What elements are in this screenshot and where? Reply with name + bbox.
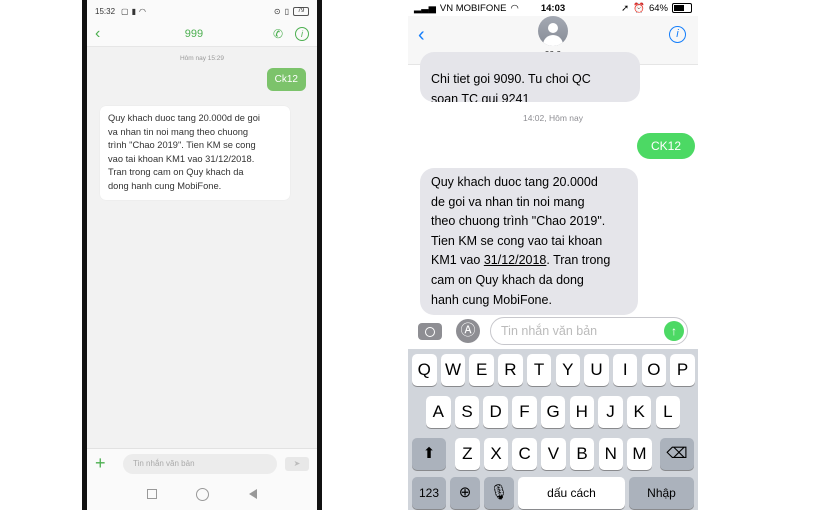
- previous-received-bubble[interactable]: Chi tiet goi 9090. Tu choi QC soan TC gu…: [420, 52, 640, 102]
- phone-call-icon[interactable]: ✆: [273, 27, 283, 41]
- info-icon[interactable]: i: [669, 26, 686, 43]
- numbers-key[interactable]: 123: [412, 477, 446, 509]
- iphone: ▂▃▅ VN MOBIFONE ◠ 14:03 ➚ ⏰ 64% ‹ 99 9 i…: [408, 0, 698, 510]
- battery-icon: [672, 3, 692, 13]
- android-screen: 15:32 ▢ ▮ ◠ ⊙ ▯ 79 ‹ 999 ✆ i Hôm nay 15:…: [87, 0, 317, 510]
- shift-key-icon[interactable]: ⬆: [412, 438, 446, 470]
- avatar-body: [543, 35, 563, 46]
- ios-status-right: ➚ ⏰ 64%: [621, 3, 692, 14]
- date-separator: 14:02, Hôm nay: [522, 113, 583, 123]
- key-i[interactable]: I: [612, 354, 638, 386]
- battery-percent: 64%: [648, 2, 668, 14]
- android-nav-bar: [87, 478, 317, 510]
- microphone-key-icon[interactable]: 🎙: [484, 477, 514, 509]
- android-status-time: 15:32: [95, 6, 116, 16]
- notification-icon: ▢: [121, 6, 129, 16]
- message-input-placeholder: Tin nhắn văn bản: [501, 324, 598, 338]
- android-compose-bar: + Tin nhắn văn bản ➤: [87, 448, 317, 478]
- key-w[interactable]: W: [440, 354, 466, 386]
- send-icon[interactable]: ➤: [285, 456, 309, 471]
- keyboard-row-4: 123 ⊕ 🎙 dấu cách Nhập: [408, 477, 698, 510]
- key-m[interactable]: M: [627, 438, 652, 470]
- sent-message-bubble[interactable]: Ck12: [266, 68, 306, 91]
- space-key[interactable]: dấu cách: [518, 477, 625, 509]
- key-e[interactable]: E: [469, 354, 494, 386]
- info-icon[interactable]: i: [295, 27, 309, 41]
- app-store-icon[interactable]: Ⓐ: [456, 319, 480, 343]
- back-arrow-icon[interactable]: ‹: [95, 25, 115, 43]
- keyboard-row-1: QWERTYUIOP: [408, 354, 698, 392]
- camera-icon[interactable]: [418, 322, 442, 340]
- ios-compose-bar: Ⓐ Tin nhắn văn bản ↑: [408, 313, 698, 349]
- key-t[interactable]: T: [526, 354, 552, 386]
- key-f[interactable]: F: [512, 396, 537, 428]
- key-g[interactable]: G: [540, 396, 566, 428]
- received-message-bubble[interactable]: Quy khach duoc tang 20.000d de goi va nh…: [420, 168, 638, 316]
- add-attachment-icon[interactable]: +: [95, 453, 115, 474]
- key-z[interactable]: Z: [455, 438, 480, 470]
- key-p[interactable]: P: [670, 354, 695, 386]
- back-chevron-icon[interactable]: ‹: [418, 24, 425, 47]
- key-c[interactable]: C: [512, 438, 537, 470]
- return-key[interactable]: Nhập: [629, 477, 694, 509]
- backspace-key-icon[interactable]: ⌫: [660, 438, 694, 470]
- previous-message-text: Chi tiet goi 9090. Tu choi QC soan TC gu…: [431, 72, 591, 102]
- key-j[interactable]: J: [598, 396, 623, 428]
- battery-icon: 79: [293, 6, 309, 16]
- signal-icon: ▮: [131, 6, 136, 16]
- keyboard-row-2: ASDFGHJKL: [408, 396, 698, 434]
- key-q[interactable]: Q: [412, 354, 437, 386]
- received-message-bubble[interactable]: Quy khach duoc tang 20.000d de goi va nh…: [100, 106, 290, 200]
- android-conversation-header: ‹ 999 ✆ i: [87, 22, 317, 47]
- carrier-name: VN MOBIFONE: [439, 2, 507, 14]
- avatar-head: [548, 23, 558, 33]
- location-icon: ➚: [621, 2, 630, 14]
- ios-status-bar: ▂▃▅ VN MOBIFONE ◠ 14:03 ➚ ⏰ 64%: [408, 0, 698, 16]
- send-arrow-icon[interactable]: ↑: [664, 321, 684, 341]
- key-x[interactable]: X: [483, 438, 509, 470]
- recents-icon[interactable]: [146, 489, 157, 499]
- alarm-icon: ⏰: [633, 2, 645, 14]
- key-y[interactable]: Y: [555, 354, 581, 386]
- alarm-icon: ⊙: [273, 6, 281, 16]
- android-status-right: ⊙ ▯ 79: [273, 6, 309, 16]
- wifi-icon: ◠: [139, 6, 146, 16]
- key-b[interactable]: B: [569, 438, 595, 470]
- android-phone: 15:32 ▢ ▮ ◠ ⊙ ▯ 79 ‹ 999 ✆ i Hôm nay 15:…: [82, 0, 322, 510]
- globe-key-icon[interactable]: ⊕: [450, 477, 480, 509]
- key-h[interactable]: H: [569, 396, 595, 428]
- key-a[interactable]: A: [426, 396, 451, 428]
- key-s[interactable]: S: [454, 396, 480, 428]
- conversation-title: 999: [184, 28, 204, 40]
- contact-avatar[interactable]: [538, 16, 568, 46]
- signal-bars-icon: ▂▃▅: [414, 2, 436, 14]
- android-status-bar: 15:32 ▢ ▮ ◠ ⊙ ▯ 79: [87, 0, 317, 22]
- home-icon[interactable]: [196, 487, 210, 501]
- vibrate-icon: ▯: [284, 6, 289, 16]
- carrier-group: ▂▃▅ VN MOBIFONE ◠: [414, 3, 519, 14]
- key-r[interactable]: R: [498, 354, 523, 386]
- key-n[interactable]: N: [598, 438, 624, 470]
- key-d[interactable]: D: [483, 396, 508, 428]
- sent-message-bubble[interactable]: CK12: [637, 133, 696, 159]
- keyboard-row-3: ⬆ ⌫ ZXCVBNM: [408, 438, 698, 476]
- message-input[interactable]: Tin nhắn văn bản ↑: [490, 317, 688, 345]
- key-v[interactable]: V: [541, 438, 566, 470]
- date-link[interactable]: 31/12/2018: [484, 253, 547, 267]
- message-input[interactable]: Tin nhắn văn bản: [123, 453, 277, 474]
- android-status-icons: ▢ ▮ ◠: [121, 7, 146, 16]
- back-nav-icon[interactable]: [249, 489, 258, 499]
- date-separator: Hôm nay 15:29: [179, 55, 225, 62]
- keyboard: QWERTYUIOP ASDFGHJKL ⬆ ⌫ ZXCVBNM 123 ⊕ 🎙…: [408, 349, 698, 510]
- wifi-icon: ◠: [510, 2, 519, 14]
- key-l[interactable]: L: [655, 396, 681, 428]
- key-o[interactable]: O: [641, 354, 667, 386]
- key-u[interactable]: U: [584, 354, 609, 386]
- header-actions: ✆ i: [273, 27, 309, 41]
- key-k[interactable]: K: [626, 396, 652, 428]
